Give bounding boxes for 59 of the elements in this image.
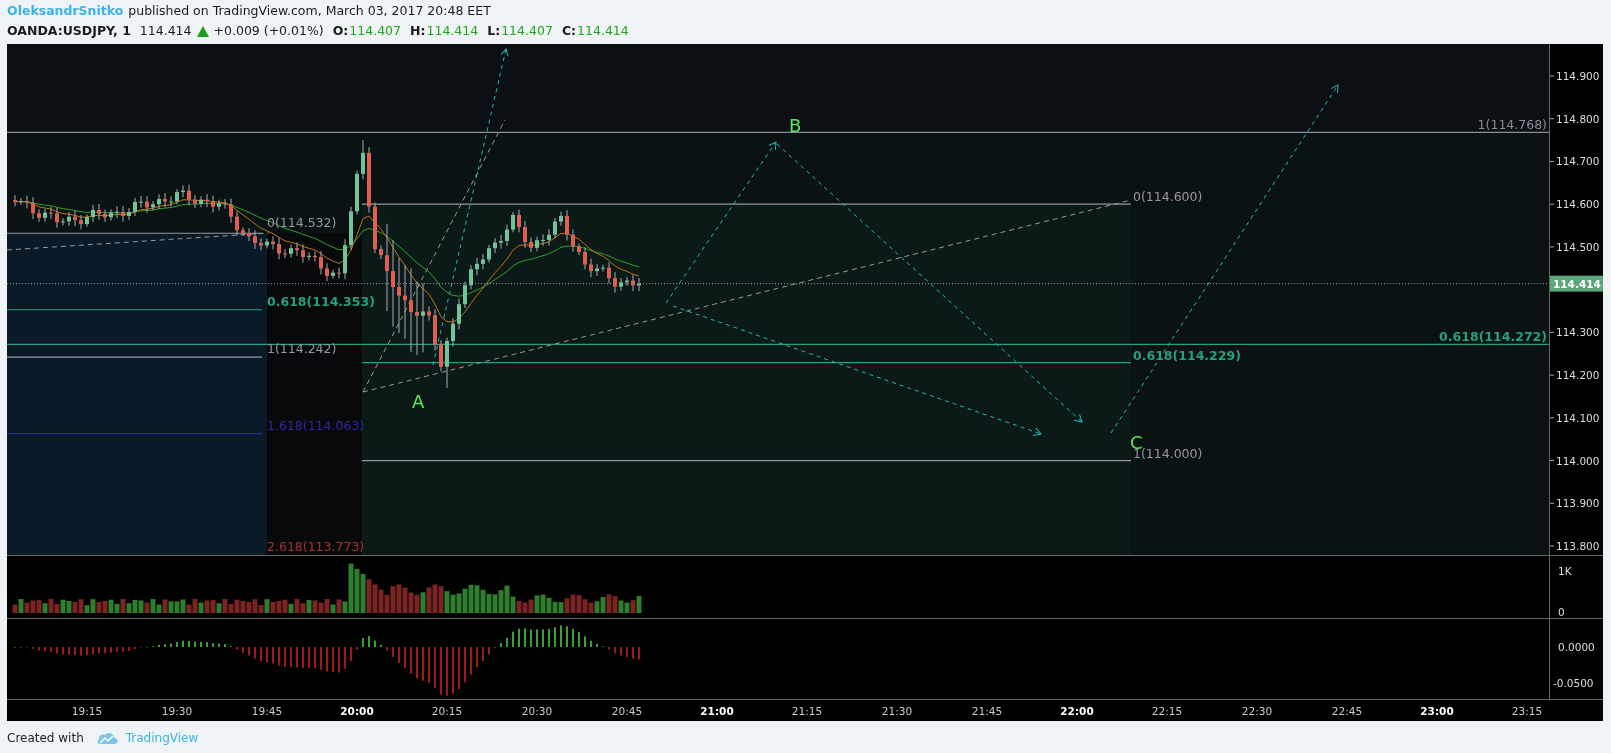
fib-level-label: 1.618(114.063) [267, 417, 365, 433]
ohlc-value: 114.407 [501, 21, 553, 40]
wave-label: B [789, 115, 802, 136]
volume-tick-label: 0 [1558, 606, 1565, 618]
fib-level-label: 0.618(114.229) [1133, 347, 1241, 363]
fib-level-label: 1(114.242) [267, 341, 337, 357]
published-text: published on TradingView.com, March 03, 2017 20:48 EET [128, 2, 491, 20]
price-tick-label: 113.900 [1556, 497, 1600, 510]
time-tick-label: 20:15 [431, 705, 463, 717]
last-price: 114.414 [139, 21, 192, 40]
price-tick-label: 114.300 [1556, 326, 1600, 339]
time-tick-label: 21:00 [700, 705, 734, 717]
price-tick-label: 114.600 [1556, 198, 1600, 211]
ohlc-label: O: [332, 21, 349, 40]
volume-tick-label: 1K [1558, 565, 1572, 577]
fib-level-label: 0.618(114.272) [1439, 329, 1547, 345]
fib-level-label: 2.618(113.773) [267, 539, 365, 554]
time-tick-label: 22:30 [1241, 705, 1273, 717]
author-link[interactable]: OleksandrSnitko [7, 2, 124, 21]
ohlc-label: C: [561, 21, 577, 40]
fib-level-label: 0.618(114.353) [267, 293, 375, 309]
price-tick-label: 114.000 [1556, 454, 1600, 467]
price-tick-label: 114.800 [1556, 112, 1600, 125]
time-tick-label: 23:00 [1420, 705, 1454, 717]
price-tick-label: 114.200 [1556, 369, 1600, 382]
price-change: +0.009 (+0.01%) [213, 21, 324, 40]
ohlc-label: L: [487, 21, 501, 40]
oscillator-tick-label: -0.0500 [1553, 677, 1594, 689]
footer-text: Created with [7, 730, 84, 747]
fib-level-label: 0(114.532) [267, 215, 337, 231]
fib-level-label: 1(114.768) [1477, 117, 1547, 133]
time-tick-label: 23:15 [1511, 705, 1543, 717]
time-tick-label: 20:00 [340, 705, 374, 717]
time-tick-label: 19:45 [251, 705, 283, 717]
wave-label: A [412, 391, 425, 412]
ohlc-value: 114.414 [577, 21, 629, 40]
time-tick-label: 20:45 [611, 705, 643, 717]
time-tick-label: 22:00 [1060, 705, 1094, 717]
ohlc-value: 114.414 [426, 21, 479, 40]
price-tick-label: 114.900 [1556, 70, 1600, 82]
price-tick-label: 113.800 [1556, 540, 1600, 553]
time-tick-label: 19:15 [71, 705, 103, 717]
price-tick-label: 114.700 [1556, 155, 1600, 168]
time-tick-label: 19:30 [161, 705, 193, 717]
time-tick-label: 21:30 [881, 705, 913, 717]
ohlc-value: 114.407 [349, 21, 402, 40]
oscillator-tick-label: 0.0000 [1558, 641, 1595, 653]
price-tick-label: 114.100 [1556, 411, 1600, 424]
tradingview-link[interactable]: TradingView [125, 729, 199, 747]
time-tick-label: 22:15 [1151, 705, 1183, 717]
time-tick-label: 21:15 [791, 705, 823, 717]
time-tick-label: 22:45 [1331, 705, 1363, 717]
fib-level-label: 0(114.600) [1133, 189, 1203, 205]
time-tick-label: 20:30 [521, 705, 553, 717]
time-tick-label: 21:45 [971, 705, 1003, 717]
last-price-badge: 114.414 [1550, 275, 1603, 292]
ohlc-label: H: [410, 21, 426, 40]
price-tick-label: 114.500 [1556, 240, 1600, 253]
symbol-name: OANDA:USDJPY, 1 [7, 21, 131, 40]
